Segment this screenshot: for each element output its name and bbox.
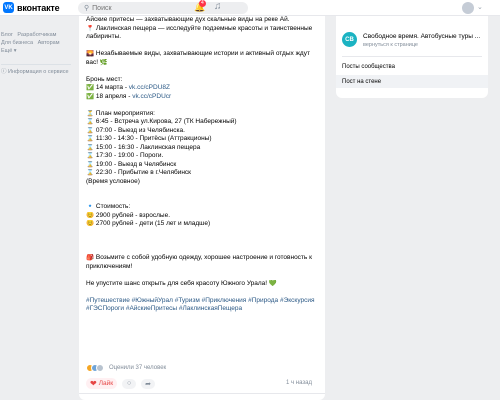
notification-badge: 4 bbox=[199, 0, 206, 7]
side-item-wall-post[interactable]: Пост на стене bbox=[336, 75, 488, 88]
post-text-line: ⌛ 11:30 - 14:30 - Притёсы (Аттракционы) bbox=[86, 135, 212, 142]
viewed-text: Оценили 37 человек bbox=[109, 365, 167, 371]
post-text-line[interactable]: #Путешествие #ЮжныйУрал #Туризм #Приключ… bbox=[86, 297, 322, 306]
post-text-line: Айские притесы — захватывающие дух скаль… bbox=[86, 16, 290, 23]
booking-link[interactable]: vk.cc/cPDUcr bbox=[132, 93, 171, 100]
divider bbox=[79, 393, 325, 394]
group-name[interactable]: Свободное время. Автобусные туры ... bbox=[363, 33, 485, 40]
post-text-line: (Время условное) bbox=[86, 177, 140, 185]
music-icon[interactable]: ♫ bbox=[214, 1, 222, 12]
post-text-line: ⌛ 6:45 - Встреча ул.Кирова, 27 (ТК Набер… bbox=[86, 118, 237, 125]
post-text: Айские притесы — захватывающие дух скаль… bbox=[86, 16, 322, 314]
footer-link-more[interactable]: Ещё ▾ bbox=[1, 48, 17, 54]
post-actions: ❤ Лайк ○ ➦ bbox=[86, 378, 156, 389]
wall-post: Айские притесы — захватывающие дух скаль… bbox=[79, 16, 325, 400]
post-text-line: 😊 2700 рублей - дети (15 лет и младше) bbox=[86, 220, 211, 227]
comment-icon[interactable]: ○ bbox=[122, 378, 137, 389]
vk-logo[interactable]: VK вконтакте bbox=[3, 2, 60, 13]
post-text-line: 🔹 Стоимость: bbox=[86, 203, 131, 210]
group-avatar[interactable]: СВ bbox=[342, 32, 357, 47]
search-box[interactable]: ⚲ bbox=[78, 2, 248, 14]
post-time[interactable]: 1 ч назад bbox=[286, 380, 312, 386]
post-text-line[interactable]: #ГЭСПороги #АйскиеПритесы #ЛаклинскаяПещ… bbox=[86, 305, 322, 314]
post-text-line: ⌛ 17:30 - 19:00 - Пороги. bbox=[86, 152, 164, 159]
back-to-page-link[interactable]: вернуться к странице bbox=[363, 42, 418, 48]
service-info-link[interactable]: ⓘ Информация о сервисе bbox=[1, 67, 69, 75]
post-text-line: Не упустите шанс открыть для себя красот… bbox=[86, 279, 278, 287]
divider bbox=[342, 56, 482, 57]
post-text-line: Бронь мест: bbox=[86, 75, 123, 83]
footer-link-business[interactable]: Для бизнеса bbox=[1, 40, 33, 46]
booking-link[interactable]: vk.cc/cPDU8Z bbox=[129, 84, 170, 91]
post-text-line: ⏳ План мероприятия: bbox=[86, 109, 155, 117]
side-item-community-posts[interactable]: Посты сообщества bbox=[336, 60, 488, 73]
post-text-line: 📍 Лаклинская пещера — исследуйте подземн… bbox=[86, 24, 313, 32]
footer-link-blog[interactable]: Блог bbox=[1, 32, 13, 38]
heart-icon: ❤ bbox=[90, 379, 97, 388]
divider bbox=[1, 64, 71, 65]
search-input[interactable] bbox=[92, 4, 233, 12]
vk-logo-text: вконтакте bbox=[17, 2, 60, 13]
post-text-line: 🌄 Незабываемые виды, захватывающие истор… bbox=[86, 50, 310, 57]
post-text-line: ⌛ 19:00 - Выезд в Челябинск bbox=[86, 160, 177, 168]
side-panel: СВ Свободное время. Автобусные туры ... … bbox=[336, 16, 488, 98]
post-text-line: приключениям! bbox=[86, 262, 133, 270]
like-label: Лайк bbox=[98, 380, 114, 387]
info-icon: ⓘ bbox=[1, 69, 7, 75]
post-text-line: 😊 2900 рублей - взрослые. bbox=[86, 211, 171, 219]
vk-logo-mark: VK bbox=[3, 2, 14, 13]
service-info-label: Информация о сервисе bbox=[8, 69, 69, 75]
user-avatar[interactable] bbox=[462, 2, 474, 14]
post-text-line: 🎒 Возьмите с собой удобную одежду, хорош… bbox=[86, 254, 312, 261]
share-icon[interactable]: ➦ bbox=[141, 378, 156, 389]
search-icon: ⚲ bbox=[84, 5, 90, 12]
post-text-line: лабиринты. bbox=[86, 33, 122, 40]
footer-links: Блог Разработчикам Для бизнеса Авторам Е… bbox=[1, 31, 73, 55]
post-text-line: ⌛ 07:00 - Выезд из Челябинска. bbox=[86, 126, 185, 134]
reactor-avatar bbox=[96, 364, 104, 372]
reactions-summary[interactable]: Оценили 37 человек bbox=[86, 364, 166, 372]
footer-link-authors[interactable]: Авторам bbox=[38, 40, 60, 46]
top-header: VK вконтакте ⚲ 🔔 4 ♫ ⌄ bbox=[0, 0, 500, 16]
post-text-line: ⌛ 15:00 - 16:30 - Лаклинская пещера bbox=[86, 143, 201, 151]
footer-link-developers[interactable]: Разработчикам bbox=[17, 32, 56, 38]
post-text-line: вас! 🌿 bbox=[86, 58, 108, 66]
chevron-down-icon[interactable]: ⌄ bbox=[477, 3, 483, 11]
like-button[interactable]: ❤ Лайк bbox=[86, 378, 118, 389]
post-text-line: ✅ 14 марта - vk.cc/cPDU8Z bbox=[86, 84, 170, 91]
post-text-line: ✅ 18 апреля - vk.cc/cPDUcr bbox=[86, 92, 172, 100]
post-text-line: ⌛ 22:30 - Прибытие в г.Челябинск bbox=[86, 169, 192, 176]
